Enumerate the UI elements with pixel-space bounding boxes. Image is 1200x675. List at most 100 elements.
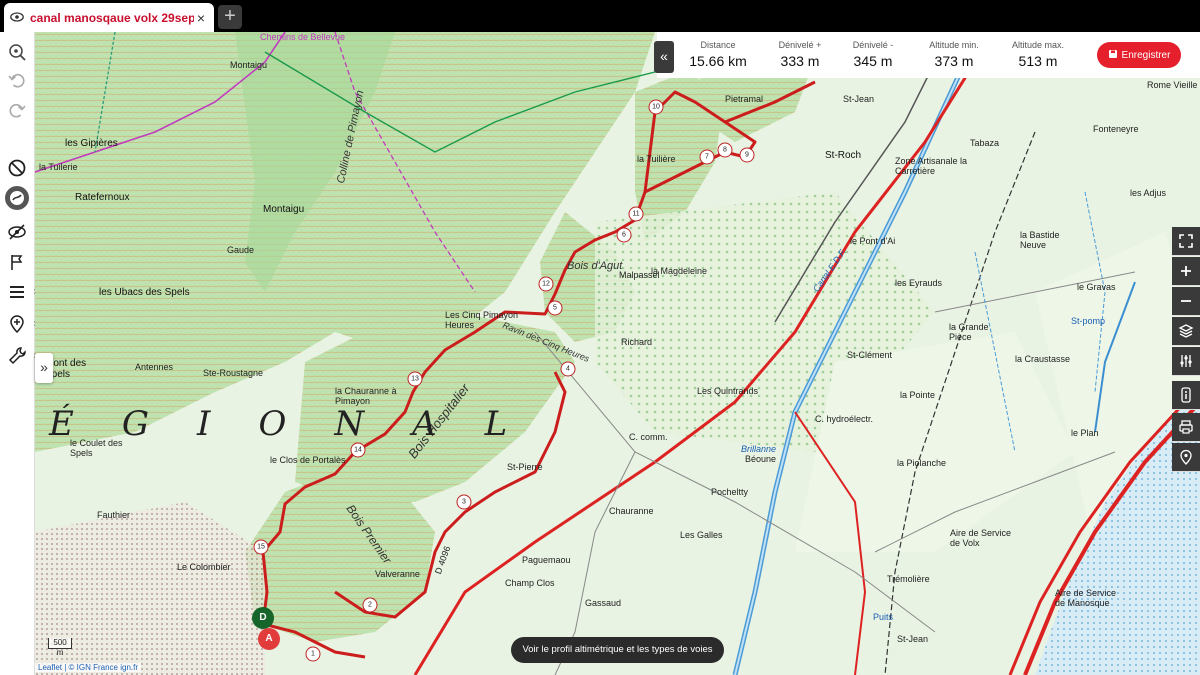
waypoint-marker[interactable]: 1 bbox=[305, 646, 321, 662]
map-label: Aire de Service de Volx bbox=[950, 528, 1012, 548]
end-marker[interactable]: A bbox=[258, 628, 280, 650]
map-label: Pimayon bbox=[483, 310, 519, 320]
info-icon[interactable] bbox=[1172, 381, 1200, 410]
map-label: les Eyrauds bbox=[895, 278, 943, 288]
map-label: Gaude bbox=[227, 245, 255, 255]
waypoint-marker[interactable]: 13 bbox=[407, 371, 423, 387]
region-letter: I bbox=[197, 404, 259, 444]
no-routing-icon[interactable] bbox=[5, 156, 29, 180]
zoom-in-icon[interactable] bbox=[1172, 257, 1200, 286]
topographic-map[interactable]: Chemins de Bellevue Montaigu les Gipière… bbox=[35, 32, 1200, 675]
map-label: Brillanne bbox=[741, 444, 777, 454]
hide-layer-icon[interactable] bbox=[5, 220, 29, 244]
stat-alt-max: Altitude max. 513 m bbox=[1002, 40, 1074, 69]
map-label: la Chauranne à Pimayon bbox=[335, 386, 397, 406]
map-label: Antennes bbox=[135, 362, 174, 372]
new-tab-button[interactable]: + bbox=[218, 5, 242, 29]
map-label: Aire de Service de Manosque bbox=[1055, 588, 1117, 608]
stat-elev-gain: Dénivelé + 333 m bbox=[770, 40, 830, 69]
region-letter: L bbox=[484, 404, 556, 444]
undo-icon[interactable] bbox=[5, 68, 29, 92]
waypoint-marker[interactable]: 10 bbox=[648, 99, 664, 115]
waypoint-marker[interactable]: 4 bbox=[560, 361, 576, 377]
wrench-icon[interactable]: › bbox=[5, 344, 37, 368]
expand-panel-button[interactable]: » bbox=[35, 353, 53, 383]
map-label: Valveranne bbox=[375, 569, 420, 579]
map-label: les Ubacs des Spels bbox=[99, 287, 190, 298]
close-tab-icon[interactable]: × bbox=[194, 10, 208, 26]
map-label: St-pomp bbox=[1071, 316, 1106, 326]
map-label: les Gipières bbox=[65, 138, 118, 149]
region-letter: G bbox=[121, 404, 197, 444]
stat-value: 333 m bbox=[780, 53, 820, 69]
map-label: Pocheltty bbox=[711, 487, 749, 497]
map-label: la Piolanche bbox=[897, 458, 947, 468]
map-label: St-Jean bbox=[843, 94, 875, 104]
stat-value: 373 m bbox=[934, 53, 974, 69]
flag-route-icon[interactable] bbox=[5, 250, 29, 274]
map-attribution[interactable]: Leaflet | © IGN France ign.fr bbox=[35, 663, 142, 672]
map-label: Montaigu bbox=[263, 204, 305, 215]
map-label: St-Clément bbox=[847, 350, 893, 360]
map-label: Zone Artisanale la Carretière bbox=[895, 156, 968, 176]
waypoint-marker[interactable]: 11 bbox=[628, 206, 644, 222]
routing-toggle-icon[interactable] bbox=[5, 186, 29, 210]
map-label: la Grande Pièce bbox=[949, 322, 989, 342]
map-label: la Tuilière bbox=[637, 154, 676, 164]
map-label: la Pointe bbox=[900, 390, 936, 400]
map-label: Pietramal bbox=[725, 94, 764, 104]
save-button[interactable]: Enregistrer bbox=[1097, 42, 1181, 68]
map-label: Ste-Roustagne bbox=[203, 368, 264, 378]
map-label: Rome Vieille bbox=[1147, 80, 1198, 90]
map-label: Paguemaou bbox=[522, 555, 571, 565]
map-label: C. hydroélectr. bbox=[815, 414, 874, 424]
waypoint-marker[interactable]: 5 bbox=[547, 300, 563, 316]
map-label: Chauranne bbox=[609, 506, 654, 516]
tab-title: canal manosqaue volx 29sept22 bbox=[30, 10, 194, 25]
region-letter: A bbox=[412, 404, 485, 444]
map-label: Béoune bbox=[745, 454, 777, 464]
add-poi-icon[interactable]: › bbox=[5, 312, 37, 336]
map-label: Chemins de Bellevue bbox=[260, 32, 346, 42]
elevation-profile-button[interactable]: Voir le profil altimétrique et les types… bbox=[511, 637, 724, 663]
map-label: la Bastide Neuve bbox=[1020, 230, 1060, 250]
waypoint-marker[interactable]: 12 bbox=[538, 276, 554, 292]
layers-icon[interactable] bbox=[1172, 317, 1200, 346]
region-letter: É bbox=[49, 404, 122, 444]
waypoint-marker[interactable]: 9 bbox=[739, 147, 755, 163]
map-label: Mont des Spels bbox=[45, 358, 87, 380]
tab-bar: canal manosqaue volx 29sept22 × + bbox=[0, 0, 1200, 32]
waypoint-marker[interactable]: 3 bbox=[456, 494, 472, 510]
map-label: la Magdeleine bbox=[651, 266, 708, 276]
redo-icon[interactable] bbox=[5, 98, 29, 122]
start-marker[interactable]: D bbox=[252, 607, 274, 629]
waypoint-marker[interactable]: 7 bbox=[699, 149, 715, 165]
stat-elev-loss: Dénivelé - 345 m bbox=[843, 40, 903, 69]
collapse-stats-button[interactable]: « bbox=[654, 41, 674, 73]
region-letter: O bbox=[258, 404, 335, 444]
zoom-out-icon[interactable] bbox=[1172, 287, 1200, 316]
floppy-disk-icon bbox=[1108, 49, 1118, 62]
fullscreen-icon[interactable] bbox=[1172, 227, 1200, 256]
tab-route[interactable]: canal manosqaue volx 29sept22 × bbox=[4, 3, 214, 32]
print-icon[interactable] bbox=[1172, 413, 1200, 442]
map-label: Champ Clos bbox=[505, 578, 555, 588]
map-label: les Adjus bbox=[1130, 188, 1167, 198]
waypoint-marker[interactable]: 6 bbox=[616, 227, 632, 243]
waypoint-marker[interactable]: 2 bbox=[362, 597, 378, 613]
stat-label: Altitude min. bbox=[929, 40, 979, 50]
waypoint-marker[interactable]: 15 bbox=[253, 539, 269, 555]
waypoint-marker[interactable]: 8 bbox=[717, 142, 733, 158]
settings-sliders-icon[interactable] bbox=[1172, 347, 1200, 376]
map-label: St-Pierre bbox=[507, 462, 543, 472]
map-label: Richard bbox=[621, 337, 653, 347]
waypoint-marker[interactable]: 14 bbox=[350, 442, 366, 458]
stat-value: 15.66 km bbox=[689, 53, 747, 69]
locate-icon[interactable] bbox=[1172, 443, 1200, 472]
menu-icon[interactable]: › bbox=[5, 280, 37, 304]
map-label: Bois d'Agut bbox=[567, 260, 623, 272]
stat-label: Altitude max. bbox=[1011, 40, 1065, 50]
map-label: la Tuilerie bbox=[39, 162, 78, 172]
map-label: Puits bbox=[873, 612, 894, 622]
zoom-location-icon[interactable] bbox=[5, 40, 29, 64]
